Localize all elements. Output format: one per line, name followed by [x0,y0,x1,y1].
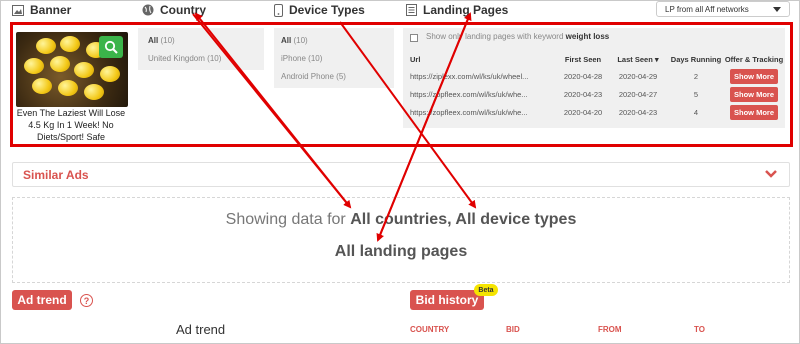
globe-icon [142,4,154,16]
summary-box [12,197,790,283]
col-from: FROM [598,325,622,334]
annotation-highlight-box [10,22,793,147]
tab-country[interactable]: Country [142,2,206,18]
tab-banner[interactable]: Banner [12,2,71,18]
col-to: TO [694,325,705,334]
ad-trend-button[interactable]: Ad trend [12,290,72,310]
mobile-icon [274,3,283,17]
showing-landing-text: All landing pages [334,243,468,260]
similar-ads-accordion[interactable]: Similar Ads [12,162,790,187]
similar-ads-title: Similar Ads [23,168,89,182]
network-select[interactable]: LP from all Aff networks [656,1,790,17]
bid-history-button[interactable]: Bid history [410,290,484,310]
caret-down-icon [773,7,781,12]
image-icon [12,4,24,16]
beta-badge: Beta [474,284,498,296]
network-select-value: LP from all Aff networks [665,4,749,14]
ad-trend-title: Ad trend [176,322,226,337]
tab-device-types-label: Device Types [289,3,365,17]
tab-banner-label: Banner [30,3,72,17]
col-bid: BID [506,325,520,334]
tab-landing-pages[interactable]: Landing Pages [406,2,508,18]
document-icon [406,4,417,16]
tab-country-label: Country [160,3,206,17]
info-icon[interactable]: ? [80,294,93,307]
col-country: COUNTRY [410,325,450,334]
tab-landing-pages-label: Landing Pages [423,3,509,17]
chevron-down-icon [765,170,777,178]
tab-device-types[interactable]: Device Types [274,2,365,18]
showing-data-text: Showing data for All countries, All devi… [225,211,577,228]
